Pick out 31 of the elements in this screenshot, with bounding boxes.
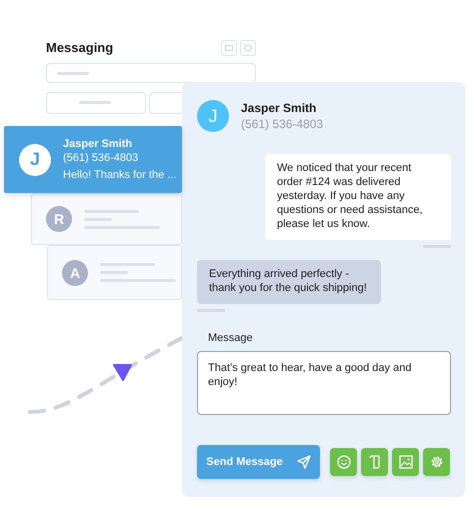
panel-title: Messaging: [46, 40, 114, 55]
outgoing-message: We noticed that your recent order #124 was delivered yesterday. If you have any questions or need assistance, please let us know.: [265, 154, 451, 240]
avatar: J: [197, 100, 229, 132]
send-button[interactable]: Send Message: [197, 445, 320, 479]
settings-button[interactable]: [423, 448, 450, 476]
settings-icon: [430, 455, 444, 469]
contact-card[interactable]: J Jasper Smith (561) 536-4803 Hello! Thanks for the ...: [4, 126, 182, 193]
contact-card[interactable]: A: [47, 245, 182, 300]
send-icon: [296, 455, 311, 469]
field-label: Message: [208, 332, 254, 344]
avatar: A: [62, 260, 88, 286]
triangle-icon: [113, 364, 132, 381]
contact-name: Jasper Smith: [241, 101, 318, 115]
smiley-icon: [336, 455, 350, 469]
message-field[interactable]: That’s great to hear, have a good day and enjoy!: [197, 351, 451, 415]
contact-card[interactable]: R: [31, 193, 182, 245]
filter-button[interactable]: [46, 92, 146, 114]
filter-button[interactable]: [149, 92, 182, 114]
emoji-button[interactable]: [330, 448, 357, 476]
image-icon: [398, 455, 412, 469]
image-button[interactable]: [392, 448, 419, 476]
contact-phone: (561) 536-4803: [241, 117, 324, 131]
template-button[interactable]: [361, 448, 388, 476]
contact-name: Jasper Smith: [63, 138, 134, 150]
incoming-message: Everything arrived perfectly - thank you for the quick shipping!: [197, 260, 381, 304]
avatar: J: [19, 144, 51, 176]
scroll-icon: [368, 455, 380, 469]
message-preview: Hello! Thanks for the ...: [63, 169, 177, 181]
contact-phone: (561) 536-4803: [63, 152, 140, 164]
search-field[interactable]: [46, 63, 256, 83]
avatar: R: [46, 206, 72, 232]
